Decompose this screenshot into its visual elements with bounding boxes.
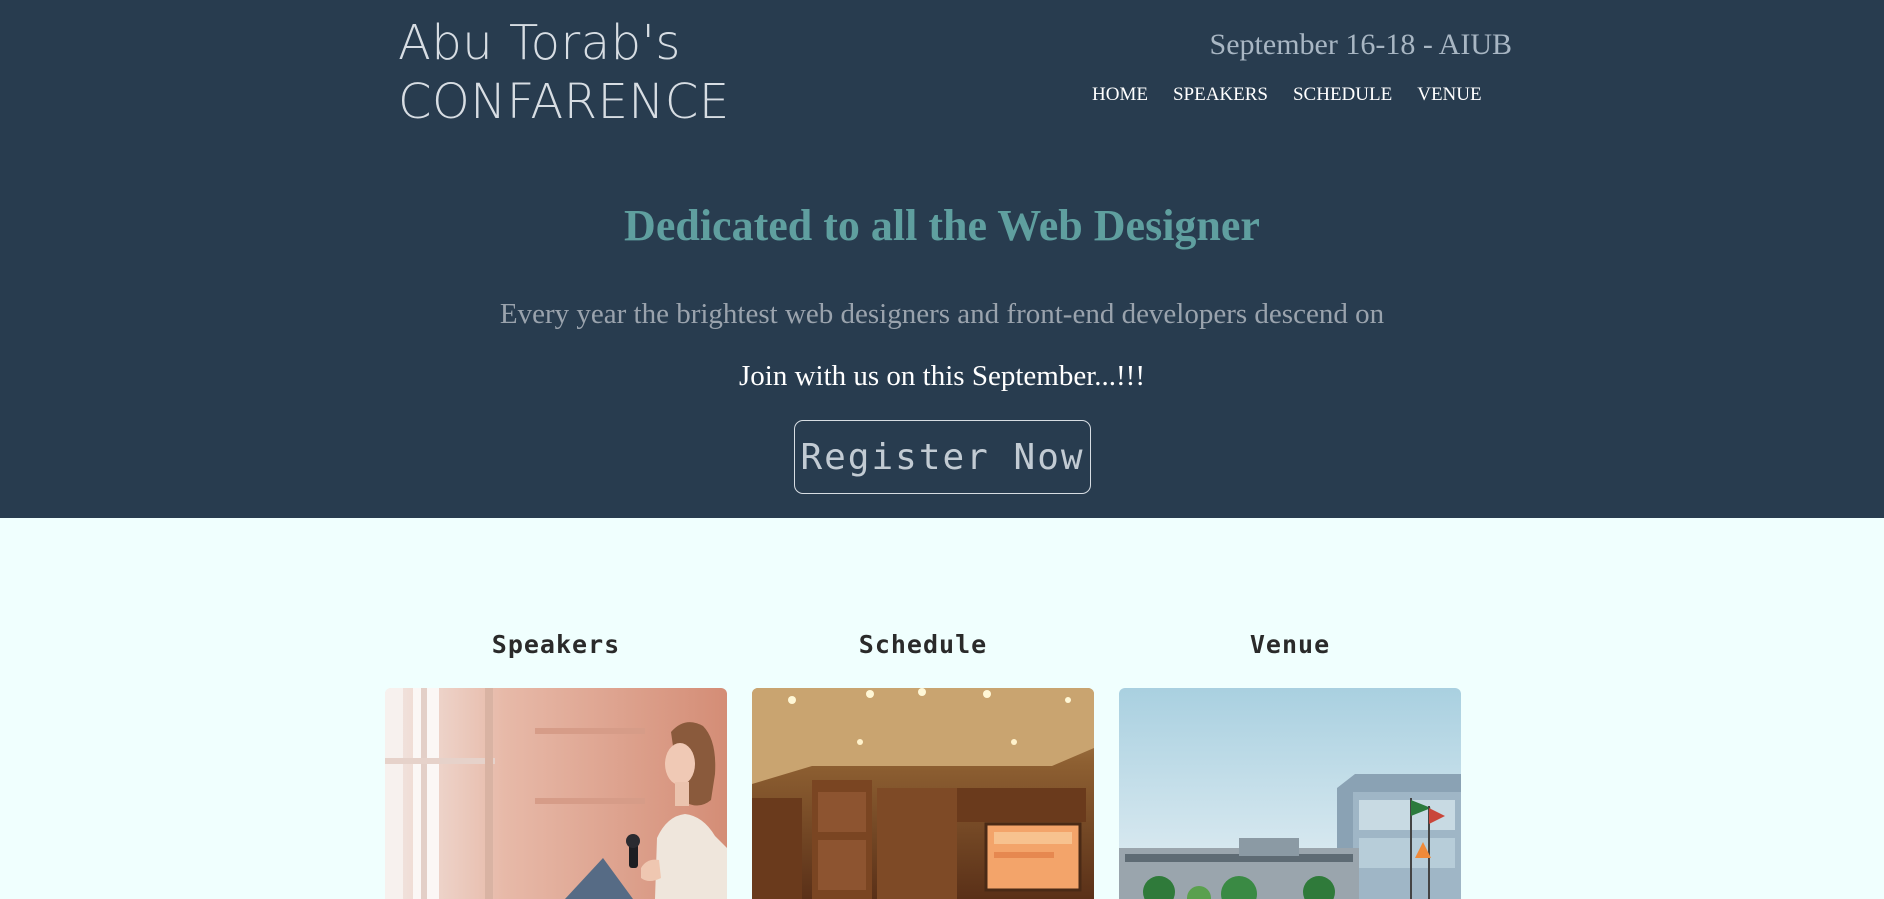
hero-tagline: Dedicated to all the Web Designer (624, 201, 1260, 250)
card-title-venue: Venue (1249, 630, 1331, 659)
main-nav: HOME SPEAKERS SCHEDULE VENUE (1092, 84, 1482, 106)
card-title-speakers: Speakers (491, 630, 621, 659)
nav-speakers[interactable]: SPEAKERS (1173, 84, 1268, 106)
site-brand[interactable]: Abu Torab's CONFARENCE (398, 14, 730, 132)
card-title-schedule: Schedule (858, 630, 988, 659)
hero-invite: Join with us on this September...!!! (739, 360, 1145, 392)
nav-home[interactable]: HOME (1092, 84, 1148, 106)
nav-schedule[interactable]: SCHEDULE (1293, 84, 1392, 106)
venue-image[interactable] (1119, 688, 1461, 899)
speaker-photo (385, 688, 727, 899)
register-now-button[interactable]: Register Now (794, 420, 1091, 494)
hero-header: Abu Torab's CONFARENCE September 16-18 -… (0, 0, 1884, 518)
hero-lead: Every year the brightest web designers a… (499, 298, 1385, 330)
brand-line-2: CONFARENCE (398, 74, 730, 130)
conference-hall-photo (752, 688, 1094, 899)
nav-venue[interactable]: VENUE (1417, 84, 1481, 106)
brand-line-1: Abu Torab's (398, 15, 681, 71)
event-date: September 16-18 - AIUB (1209, 28, 1512, 61)
schedule-image[interactable] (752, 688, 1094, 899)
speakers-image[interactable] (385, 688, 727, 899)
university-building-photo (1119, 688, 1461, 899)
